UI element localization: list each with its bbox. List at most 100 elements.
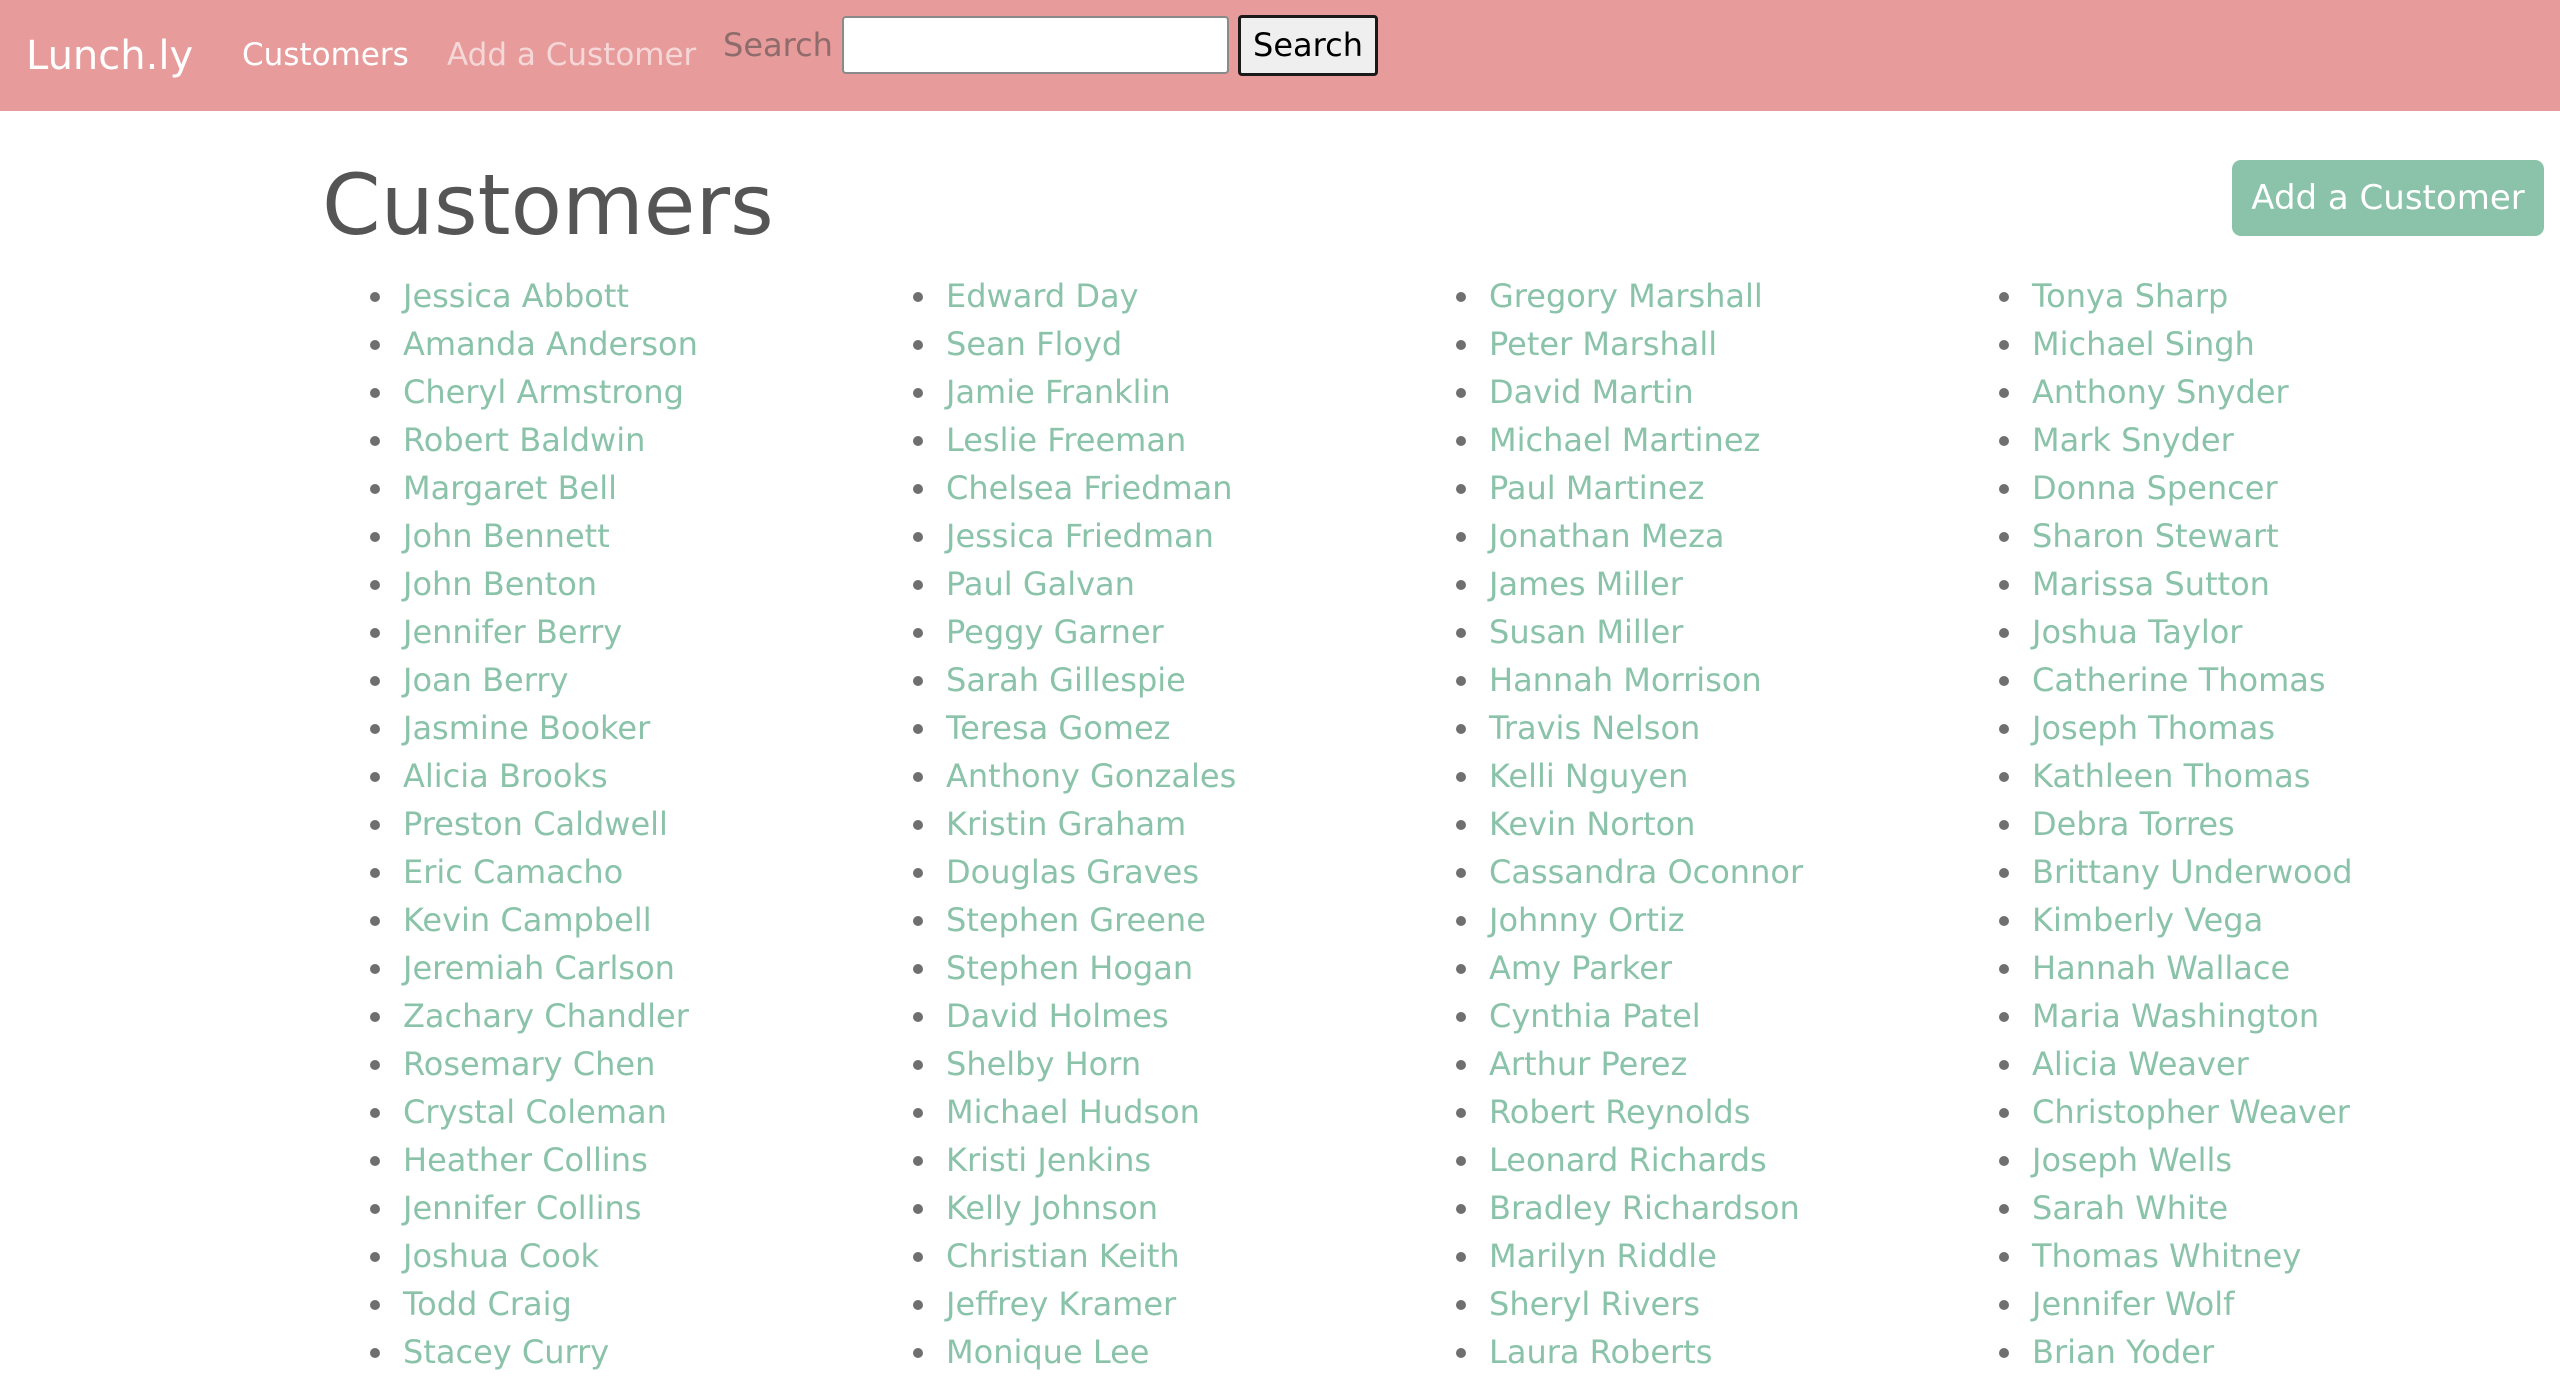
customer-link[interactable]: Alicia Weaver — [2032, 1045, 2249, 1083]
customer-link[interactable]: Kristin Graham — [946, 805, 1186, 843]
customer-link[interactable]: Hannah Wallace — [2032, 949, 2290, 987]
customer-link[interactable]: Kevin Norton — [1489, 805, 1695, 843]
customer-link[interactable]: Laura Roberts — [1489, 1333, 1712, 1371]
customer-link[interactable]: Michael Singh — [2032, 325, 2255, 363]
customer-link[interactable]: Catherine Thomas — [2032, 661, 2326, 699]
customer-link[interactable]: Cassandra Oconnor — [1489, 853, 1803, 891]
customer-link[interactable]: David Martin — [1489, 373, 1694, 411]
customer-link[interactable]: Tonya Sharp — [2032, 277, 2228, 315]
nav-link-add-customer[interactable]: Add a Customer — [447, 33, 696, 77]
customer-link[interactable]: Christian Keith — [946, 1237, 1180, 1275]
customer-link[interactable]: Jamie Franklin — [946, 373, 1171, 411]
customer-link[interactable]: Jeffrey Kramer — [946, 1285, 1176, 1323]
customer-link[interactable]: Travis Nelson — [1489, 709, 1700, 747]
customer-link[interactable]: David Holmes — [946, 997, 1169, 1035]
search-input[interactable] — [842, 16, 1229, 74]
nav-link-customers[interactable]: Customers — [242, 33, 409, 77]
customer-link[interactable]: Joan Berry — [403, 661, 568, 699]
customer-link[interactable]: Jessica Friedman — [946, 517, 1214, 555]
customer-link[interactable]: Debra Torres — [2032, 805, 2235, 843]
customer-link[interactable]: Joseph Wells — [2032, 1141, 2232, 1179]
customer-link[interactable]: Bradley Richardson — [1489, 1189, 1800, 1227]
search-button[interactable]: Search — [1238, 15, 1378, 76]
customer-link[interactable]: Zachary Chandler — [403, 997, 689, 1035]
customer-link[interactable]: Crystal Coleman — [403, 1093, 667, 1131]
customer-link[interactable]: Jasmine Booker — [403, 709, 650, 747]
customer-link[interactable]: Shelby Horn — [946, 1045, 1141, 1083]
customer-link[interactable]: Mark Snyder — [2032, 421, 2234, 459]
customer-link[interactable]: Chelsea Friedman — [946, 469, 1233, 507]
customer-link[interactable]: Peggy Garner — [946, 613, 1164, 651]
customer-link[interactable]: Kathleen Thomas — [2032, 757, 2310, 795]
customer-link[interactable]: Kimberly Vega — [2032, 901, 2263, 939]
customer-link[interactable]: Paul Martinez — [1489, 469, 1704, 507]
customer-link[interactable]: Kelli Nguyen — [1489, 757, 1688, 795]
customer-link[interactable]: Anthony Gonzales — [946, 757, 1236, 795]
customer-link[interactable]: Christopher Weaver — [2032, 1093, 2350, 1131]
customer-link[interactable]: Leslie Freeman — [946, 421, 1186, 459]
customer-link[interactable]: Preston Caldwell — [403, 805, 668, 843]
customer-link[interactable]: Joseph Thomas — [2032, 709, 2275, 747]
customer-link[interactable]: Cynthia Patel — [1489, 997, 1701, 1035]
customer-link[interactable]: Edward Day — [946, 277, 1139, 315]
customer-link[interactable]: Sharon Stewart — [2032, 517, 2279, 555]
customer-link[interactable]: Sarah White — [2032, 1189, 2228, 1227]
customer-link[interactable]: Sarah Gillespie — [946, 661, 1186, 699]
customer-link[interactable]: Rosemary Chen — [403, 1045, 655, 1083]
customer-link[interactable]: Sheryl Rivers — [1489, 1285, 1700, 1323]
customer-link[interactable]: Peter Marshall — [1489, 325, 1717, 363]
customer-link[interactable]: Paul Galvan — [946, 565, 1135, 603]
customer-link[interactable]: Alicia Brooks — [403, 757, 608, 795]
customer-link[interactable]: Michael Martinez — [1489, 421, 1760, 459]
customer-link[interactable]: Jeremiah Carlson — [403, 949, 675, 987]
customer-link[interactable]: Marilyn Riddle — [1489, 1237, 1717, 1275]
brand-link[interactable]: Lunch.ly — [26, 30, 193, 82]
customer-link[interactable]: Leonard Richards — [1489, 1141, 1767, 1179]
customer-link[interactable]: John Benton — [403, 565, 597, 603]
customer-link[interactable]: Joshua Cook — [403, 1237, 599, 1275]
customer-link[interactable]: Jennifer Collins — [403, 1189, 641, 1227]
customer-link[interactable]: Joshua Taylor — [2032, 613, 2242, 651]
customer-link[interactable]: James Miller — [1489, 565, 1683, 603]
customer-link[interactable]: Jennifer Wolf — [2032, 1285, 2234, 1323]
customer-link[interactable]: Arthur Perez — [1489, 1045, 1687, 1083]
customer-link[interactable]: Amanda Anderson — [403, 325, 698, 363]
customer-link[interactable]: Cheryl Armstrong — [403, 373, 684, 411]
customer-link[interactable]: Jessica Abbott — [403, 277, 629, 315]
customer-link[interactable]: Monique Lee — [946, 1333, 1149, 1371]
customer-link[interactable]: Jennifer Berry — [403, 613, 622, 651]
customer-link[interactable]: Jonathan Meza — [1489, 517, 1725, 555]
customer-link[interactable]: Kristi Jenkins — [946, 1141, 1151, 1179]
customer-link[interactable]: Robert Baldwin — [403, 421, 645, 459]
customer-link[interactable]: Margaret Bell — [403, 469, 617, 507]
customer-list-item: Kevin Campbell — [370, 896, 698, 944]
customer-link[interactable]: Amy Parker — [1489, 949, 1672, 987]
customer-link[interactable]: Kelly Johnson — [946, 1189, 1158, 1227]
customer-link[interactable]: Brittany Underwood — [2032, 853, 2353, 891]
customer-link[interactable]: Eric Camacho — [403, 853, 623, 891]
customer-link[interactable]: Marissa Sutton — [2032, 565, 2270, 603]
customer-link[interactable]: Teresa Gomez — [946, 709, 1170, 747]
customer-link[interactable]: Kevin Campbell — [403, 901, 652, 939]
customer-link[interactable]: Michael Hudson — [946, 1093, 1200, 1131]
customer-link[interactable]: Brian Yoder — [2032, 1333, 2214, 1371]
customer-link[interactable]: Maria Washington — [2032, 997, 2319, 1035]
customer-link[interactable]: Donna Spencer — [2032, 469, 2278, 507]
customer-link[interactable]: Sean Floyd — [946, 325, 1122, 363]
customer-link[interactable]: Todd Craig — [403, 1285, 572, 1323]
customer-link[interactable]: Stephen Greene — [946, 901, 1206, 939]
customer-link[interactable]: Gregory Marshall — [1489, 277, 1763, 315]
customer-link[interactable]: Douglas Graves — [946, 853, 1199, 891]
customer-link[interactable]: Johnny Ortiz — [1489, 901, 1685, 939]
customer-link[interactable]: Stacey Curry — [403, 1333, 609, 1371]
customer-link[interactable]: John Bennett — [403, 517, 610, 555]
customer-link[interactable]: Susan Miller — [1489, 613, 1683, 651]
customer-link[interactable]: Robert Reynolds — [1489, 1093, 1750, 1131]
customer-link[interactable]: Hannah Morrison — [1489, 661, 1762, 699]
customer-link[interactable]: Anthony Snyder — [2032, 373, 2289, 411]
customer-link[interactable]: Heather Collins — [403, 1141, 648, 1179]
customer-link[interactable]: Stephen Hogan — [946, 949, 1193, 987]
add-customer-button[interactable]: Add a Customer — [2232, 160, 2544, 236]
customer-list-item: Paul Galvan — [913, 560, 1236, 608]
customer-link[interactable]: Thomas Whitney — [2032, 1237, 2301, 1275]
